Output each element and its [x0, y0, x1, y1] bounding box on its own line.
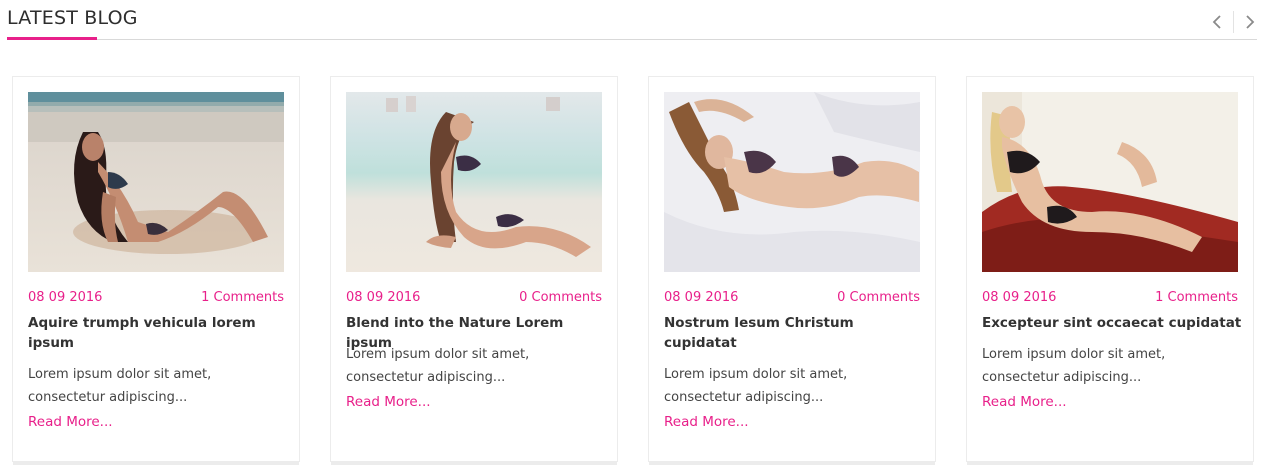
blog-card: 08 09 2016 0 Comments Blend into the Nat… [330, 76, 618, 465]
read-more-link[interactable]: Read More... [664, 414, 749, 430]
section-title: LATEST BLOG [7, 7, 138, 29]
post-title[interactable]: Excepteur sint occaecat cupidatat [982, 313, 1242, 333]
post-comments-link[interactable]: 0 Comments [837, 290, 920, 305]
next-button[interactable] [1239, 11, 1261, 33]
prev-button[interactable] [1206, 11, 1228, 33]
blog-thumbnail[interactable] [982, 92, 1238, 272]
post-comments-link[interactable]: 0 Comments [519, 290, 602, 305]
header-divider [7, 39, 1257, 40]
read-more-link[interactable]: Read More... [982, 394, 1067, 410]
blog-card: 08 09 2016 0 Comments Nostrum Iesum Chri… [648, 76, 936, 465]
post-date: 08 09 2016 [664, 290, 739, 305]
header-accent-bar [7, 37, 97, 40]
post-comments-link[interactable]: 1 Comments [201, 290, 284, 305]
read-more-link[interactable]: Read More... [346, 394, 431, 410]
blog-thumbnail[interactable] [28, 92, 284, 272]
chevron-left-icon [1212, 15, 1221, 29]
card-shadow [331, 461, 617, 465]
post-title[interactable]: Aquire trumph vehicula lorem ipsum [28, 313, 288, 353]
card-shadow [967, 461, 1253, 465]
post-excerpt: Lorem ipsum dolor sit amet, consectetur … [664, 367, 848, 405]
blog-thumbnail[interactable] [346, 92, 602, 272]
card-shadow [13, 461, 299, 465]
chevron-right-icon [1246, 15, 1255, 29]
post-excerpt: Lorem ipsum dolor sit amet, consectetur … [982, 347, 1166, 385]
blog-thumbnail[interactable] [664, 92, 920, 272]
blog-card: 08 09 2016 1 Comments Excepteur sint occ… [966, 76, 1254, 465]
section-header: LATEST BLOG [0, 0, 1263, 42]
post-title[interactable]: Nostrum Iesum Christum cupidatat [664, 313, 924, 353]
card-shadow [649, 461, 935, 465]
woman-on-red-chair-photo [982, 92, 1238, 272]
woman-on-beach-photo [28, 92, 284, 272]
blog-card: 08 09 2016 1 Comments Aquire trumph vehi… [12, 76, 300, 465]
post-date: 08 09 2016 [28, 290, 103, 305]
post-date: 08 09 2016 [346, 290, 421, 305]
read-more-link[interactable]: Read More... [28, 414, 113, 430]
post-comments-link[interactable]: 1 Comments [1155, 290, 1238, 305]
nav-separator [1233, 11, 1234, 33]
post-date: 08 09 2016 [982, 290, 1057, 305]
woman-lying-on-bed-photo [664, 92, 920, 272]
woman-sitting-on-sand-photo [346, 92, 602, 272]
post-excerpt: Lorem ipsum dolor sit amet, consectetur … [28, 367, 212, 405]
post-excerpt: Lorem ipsum dolor sit amet, consectetur … [346, 347, 530, 385]
